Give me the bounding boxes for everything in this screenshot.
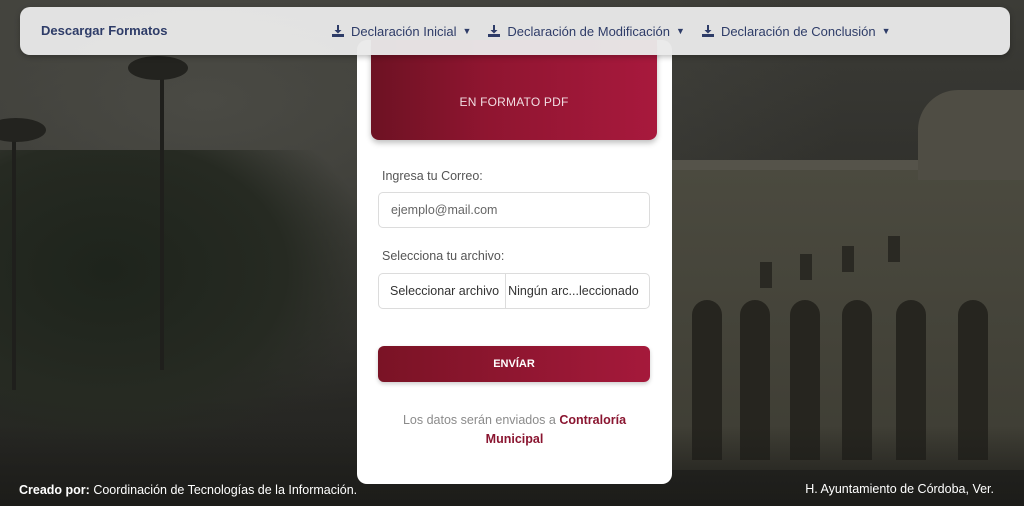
note-text: Los datos serán enviados a <box>402 413 556 427</box>
menu-declaracion-inicial[interactable]: Declaración Inicial ▼ <box>332 24 471 39</box>
download-icon <box>332 25 344 37</box>
card-header-banner: EN FORMATO PDF <box>371 40 657 140</box>
upload-card: EN FORMATO PDF Ingresa tu Correo: Selecc… <box>357 40 672 484</box>
download-icon <box>488 25 501 37</box>
top-navbar: Descargar Formatos Declaración Inicial ▼… <box>20 7 1010 55</box>
chevron-down-icon: ▼ <box>881 26 891 36</box>
palm-trunk <box>160 70 164 370</box>
building-window <box>888 236 900 262</box>
navbar-brand[interactable]: Descargar Formatos <box>41 23 167 38</box>
building-window <box>760 262 772 288</box>
navbar-menu: Declaración Inicial ▼ Declaración de Mod… <box>332 7 908 55</box>
footer-created-value: Coordinación de Tecnologías de la Inform… <box>93 483 358 497</box>
footer-created-label: Creado por: <box>19 483 90 497</box>
chevron-down-icon: ▼ <box>676 26 685 36</box>
palm-trunk <box>12 130 16 390</box>
menu-declaracion-modificacion[interactable]: Declaración de Modificación ▼ <box>488 24 685 39</box>
choose-file-button[interactable]: Seleccionar archivo <box>379 274 507 308</box>
palm-crown <box>128 56 188 80</box>
file-label: Selecciona tu archivo: <box>382 249 505 263</box>
file-input[interactable]: Seleccionar archivo Ningún arc...leccion… <box>378 273 650 309</box>
send-button[interactable]: ENVÍAR <box>378 346 650 382</box>
trees-silhouette <box>0 150 360 450</box>
building-window <box>800 254 812 280</box>
footer-municipality: H. Ayuntamiento de Córdoba, Ver. <box>805 482 994 496</box>
palm-crown <box>0 118 46 142</box>
email-input[interactable] <box>378 192 650 228</box>
banner-text: EN FORMATO PDF <box>459 95 569 109</box>
download-icon <box>701 25 714 37</box>
building-window <box>842 246 854 272</box>
building-tower <box>918 90 1024 180</box>
footer-credits: Creado por: Coordinación de Tecnologías … <box>19 483 357 497</box>
file-status: Ningún arc...leccionado <box>508 284 639 298</box>
email-label: Ingresa tu Correo: <box>382 169 483 183</box>
menu-label: Declaración de Conclusión <box>720 23 876 39</box>
chevron-down-icon: ▼ <box>462 26 472 36</box>
menu-declaracion-conclusion[interactable]: Declaración de Conclusión ▼ <box>701 23 891 39</box>
menu-label: Declaración Inicial <box>351 23 457 39</box>
destination-note: Los datos serán enviados a Contraloría M… <box>382 411 647 449</box>
menu-label: Declaración de Modificación <box>507 23 671 39</box>
